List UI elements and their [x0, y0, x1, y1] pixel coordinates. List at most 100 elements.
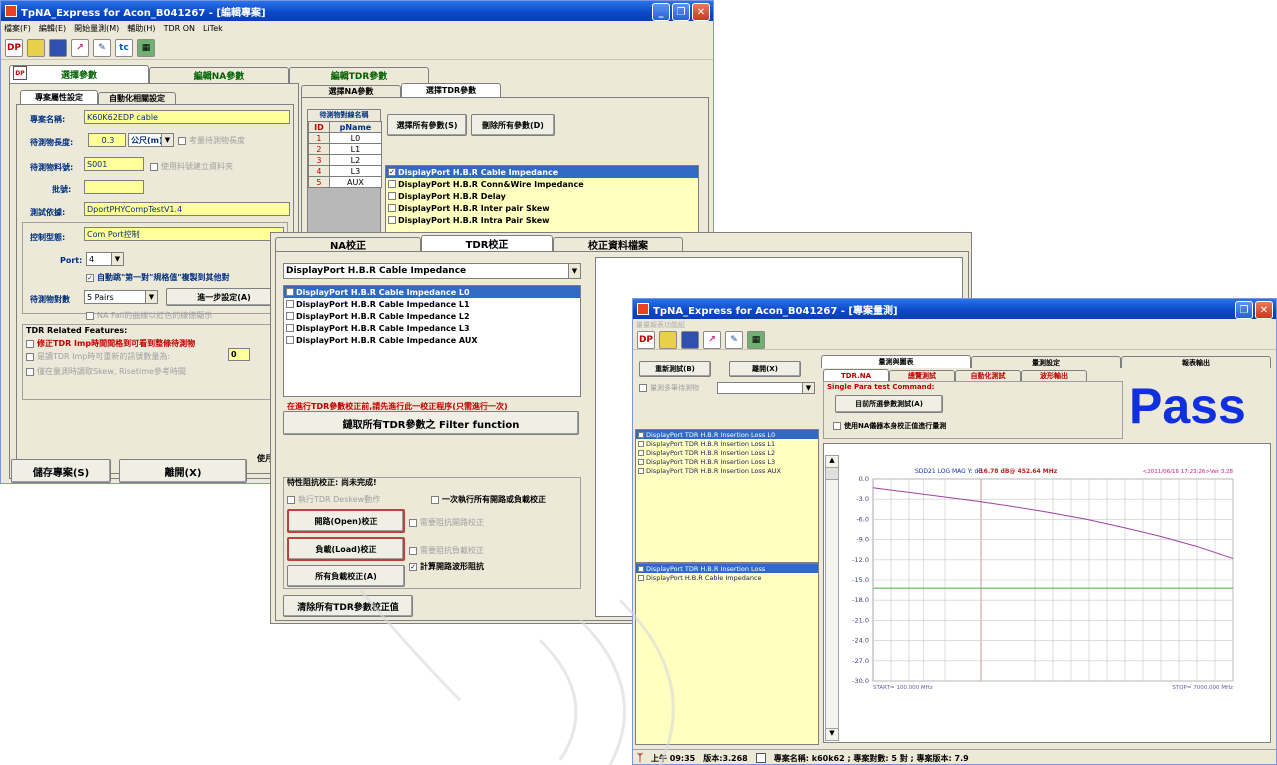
delete-all-params-button[interactable]: 刪除所有參數(D): [471, 114, 555, 136]
grid-icon[interactable]: ▦: [747, 330, 765, 349]
close-button[interactable]: ✕: [1255, 301, 1273, 319]
tab-automation[interactable]: 自動化測試: [955, 370, 1021, 381]
menu-help[interactable]: 輔助(H): [127, 23, 155, 34]
run-all-checkbox[interactable]: 一次執行所有開路或負載校正: [431, 494, 546, 505]
menu-ghost[interactable]: 量量報表功能組: [636, 320, 685, 330]
new-test-button[interactable]: 重新測試(B): [639, 361, 711, 377]
tab-select-na-params[interactable]: 選擇NA參數: [301, 85, 401, 97]
clear-tdr-calibration-button[interactable]: 清除所有TDR參數校正值: [283, 595, 413, 617]
tab-automation-settings[interactable]: 自動化相關設定: [98, 92, 176, 104]
part-no-field[interactable]: S001: [84, 157, 144, 171]
open-need-checkbox[interactable]: 需要阻抗開路校正: [409, 517, 484, 528]
dp-icon[interactable]: DP: [637, 330, 655, 349]
table-row[interactable]: 2 L1: [308, 143, 383, 155]
list-item[interactable]: DisplayPort TDR H.B.R Insertion Loss: [636, 564, 818, 573]
menu-litek[interactable]: LiTek: [203, 24, 223, 33]
exit-button[interactable]: 離開(X): [119, 459, 247, 483]
pairs-select[interactable]: 5 Pairs ▼: [84, 290, 158, 304]
tab-edit-na-params[interactable]: 編輯NA參數: [149, 67, 289, 83]
list-item[interactable]: DisplayPort TDR H.B.R Insertion Loss AUX: [636, 466, 818, 475]
multi-dut-checkbox[interactable]: 量測多筆待測物: [639, 383, 699, 393]
tdr-feature2-checkbox[interactable]: 是讀TDR Imp時可重新的訊號數量為:: [26, 351, 170, 362]
load-need-checkbox[interactable]: 需要阻抗負載校正: [409, 545, 484, 556]
tab-na-calibration[interactable]: NA校正: [275, 237, 421, 252]
tab-select-tdr-params[interactable]: 選擇TDR參數: [401, 83, 501, 97]
menu-measure[interactable]: 開始量測(M): [74, 23, 119, 34]
list-item[interactable]: DisplayPort H.B.R Inter pair Skew: [386, 202, 698, 214]
list-item[interactable]: DisplayPort TDR H.B.R Insertion Loss L0: [636, 430, 818, 439]
tdr-feature1-checkbox[interactable]: 修正TDR Imp時間間格到可看到整條待測物: [26, 338, 195, 349]
minimize-button[interactable]: _: [652, 3, 670, 21]
edit-icon[interactable]: ✎: [725, 330, 743, 349]
tab-tdr-na[interactable]: TDR.NA: [823, 369, 889, 381]
tab-overview[interactable]: 總覽測試: [889, 370, 955, 381]
use-na-calibration-checkbox[interactable]: 使用NA儀器本身校正值進行量測: [833, 421, 946, 431]
load-calibration-button[interactable]: 負載(Load)校正: [287, 537, 405, 561]
tab-calibration-files[interactable]: 校正資料檔案: [553, 237, 683, 252]
lot-field[interactable]: [84, 180, 144, 194]
restore-button[interactable]: ❐: [1235, 301, 1253, 319]
list-item[interactable]: DisplayPort H.B.R Cable Impedance AUX: [284, 334, 580, 346]
test-selected-button[interactable]: 目前所選參數測試(A): [835, 395, 943, 413]
port-select[interactable]: 4 ▼: [86, 252, 124, 266]
project-name-field[interactable]: K60K62EDP cable: [84, 110, 290, 124]
close-button[interactable]: ✕: [692, 3, 710, 21]
edit-icon[interactable]: ✎: [93, 38, 111, 57]
exit-button[interactable]: 離開(X): [729, 361, 801, 377]
tab-measure-chart[interactable]: 量測與圖表: [821, 355, 971, 368]
tc-icon[interactable]: tc: [115, 38, 133, 57]
table-row[interactable]: 1 L0: [308, 132, 383, 144]
deskew-checkbox[interactable]: 執行TDR Deskew動作: [287, 494, 380, 505]
length-unit-select[interactable]: 公尺(m) ▼: [128, 133, 174, 147]
tdr-feature2-value[interactable]: 0: [228, 348, 250, 361]
list-item[interactable]: DisplayPort H.B.R Cable Impedance L1: [284, 298, 580, 310]
tab-tdr-calibration[interactable]: TDR校正: [421, 235, 553, 251]
table-row[interactable]: 3 L2: [308, 154, 383, 166]
list-item[interactable]: DisplayPort H.B.R Delay: [386, 190, 698, 202]
list-item[interactable]: DisplayPort TDR H.B.R Insertion Loss L3: [636, 457, 818, 466]
list-item[interactable]: DisplayPort H.B.R Cable Impedance: [636, 573, 818, 582]
calc-open-checkbox[interactable]: ✓ 計算開路波形阻抗: [409, 561, 484, 572]
menu-tdr-on[interactable]: TDR ON: [164, 24, 195, 33]
select-all-params-button[interactable]: 選擇所有參數(S): [387, 114, 467, 136]
length-field[interactable]: 0.3: [88, 133, 126, 147]
test-basis-field[interactable]: DportPHYCompTestV1.4: [84, 202, 290, 216]
dp-icon[interactable]: DP: [5, 38, 23, 57]
all-load-calibration-button[interactable]: 所有負載校正(A): [287, 565, 405, 587]
tab-report-output[interactable]: 報表輸出: [1121, 356, 1271, 368]
restore-button[interactable]: ❐: [672, 3, 690, 21]
tab-select-params[interactable]: 選擇參數: [9, 65, 149, 83]
list-item[interactable]: ✓ DisplayPort H.B.R Cable Impedance: [386, 166, 698, 178]
list-item[interactable]: DisplayPort TDR H.B.R Insertion Loss L2: [636, 448, 818, 457]
auto-skip-checkbox[interactable]: ✓ 自動跳"第一對"規格值"複製到其他對: [86, 272, 230, 283]
tab-edit-tdr-params[interactable]: 編輯TDR參數: [289, 67, 429, 83]
tab-waveform-output[interactable]: 波形輸出: [1021, 370, 1087, 381]
list-item[interactable]: DisplayPort H.B.R Cable Impedance L3: [284, 322, 580, 334]
save-icon[interactable]: [659, 330, 677, 349]
list-item[interactable]: DisplayPort TDR H.B.R Insertion Loss L1: [636, 439, 818, 448]
menu-edit[interactable]: 編輯(E): [39, 23, 66, 34]
dut-select[interactable]: ▼: [717, 382, 815, 394]
tdr-feature3-checkbox[interactable]: 僅在量測時讀取Skew, Risetime參考時間: [26, 366, 186, 377]
book-icon[interactable]: [681, 330, 699, 349]
advanced-settings-button[interactable]: 進一步設定(A): [166, 288, 282, 306]
list-item[interactable]: DisplayPort H.B.R Conn&Wire Impedance: [386, 178, 698, 190]
save-icon[interactable]: [27, 38, 45, 57]
list-item[interactable]: DisplayPort H.B.R Cable Impedance L0: [284, 286, 580, 298]
save-project-button[interactable]: 儲存專案(S): [11, 459, 111, 483]
consider-length-checkbox[interactable]: 考量待測物長度: [178, 135, 245, 146]
chart-icon[interactable]: ↗: [71, 38, 89, 57]
tdr-param-select[interactable]: DisplayPort H.B.R Cable Impedance ▼: [283, 263, 581, 279]
table-row[interactable]: 5 AUX: [308, 176, 383, 188]
na-fail-red-checkbox[interactable]: NA Fail的曲線以紅色的線條顯示: [86, 310, 212, 321]
tab-project-properties[interactable]: 專案屬性設定: [20, 90, 98, 104]
chart-icon[interactable]: ↗: [703, 330, 721, 349]
list-item[interactable]: DisplayPort H.B.R Cable Impedance L2: [284, 310, 580, 322]
menu-file[interactable]: 檔案(F): [4, 23, 31, 34]
tab-measure-settings[interactable]: 量測設定: [971, 356, 1121, 368]
filter-function-button[interactable]: 鏈取所有TDR參數之 Filter function: [283, 411, 579, 435]
use-part-no-checkbox[interactable]: 使用料號建立資料夾: [150, 161, 233, 172]
open-calibration-button[interactable]: 開路(Open)校正: [287, 509, 405, 533]
list-item[interactable]: DisplayPort H.B.R Intra Pair Skew: [386, 214, 698, 226]
book-icon[interactable]: [49, 38, 67, 57]
